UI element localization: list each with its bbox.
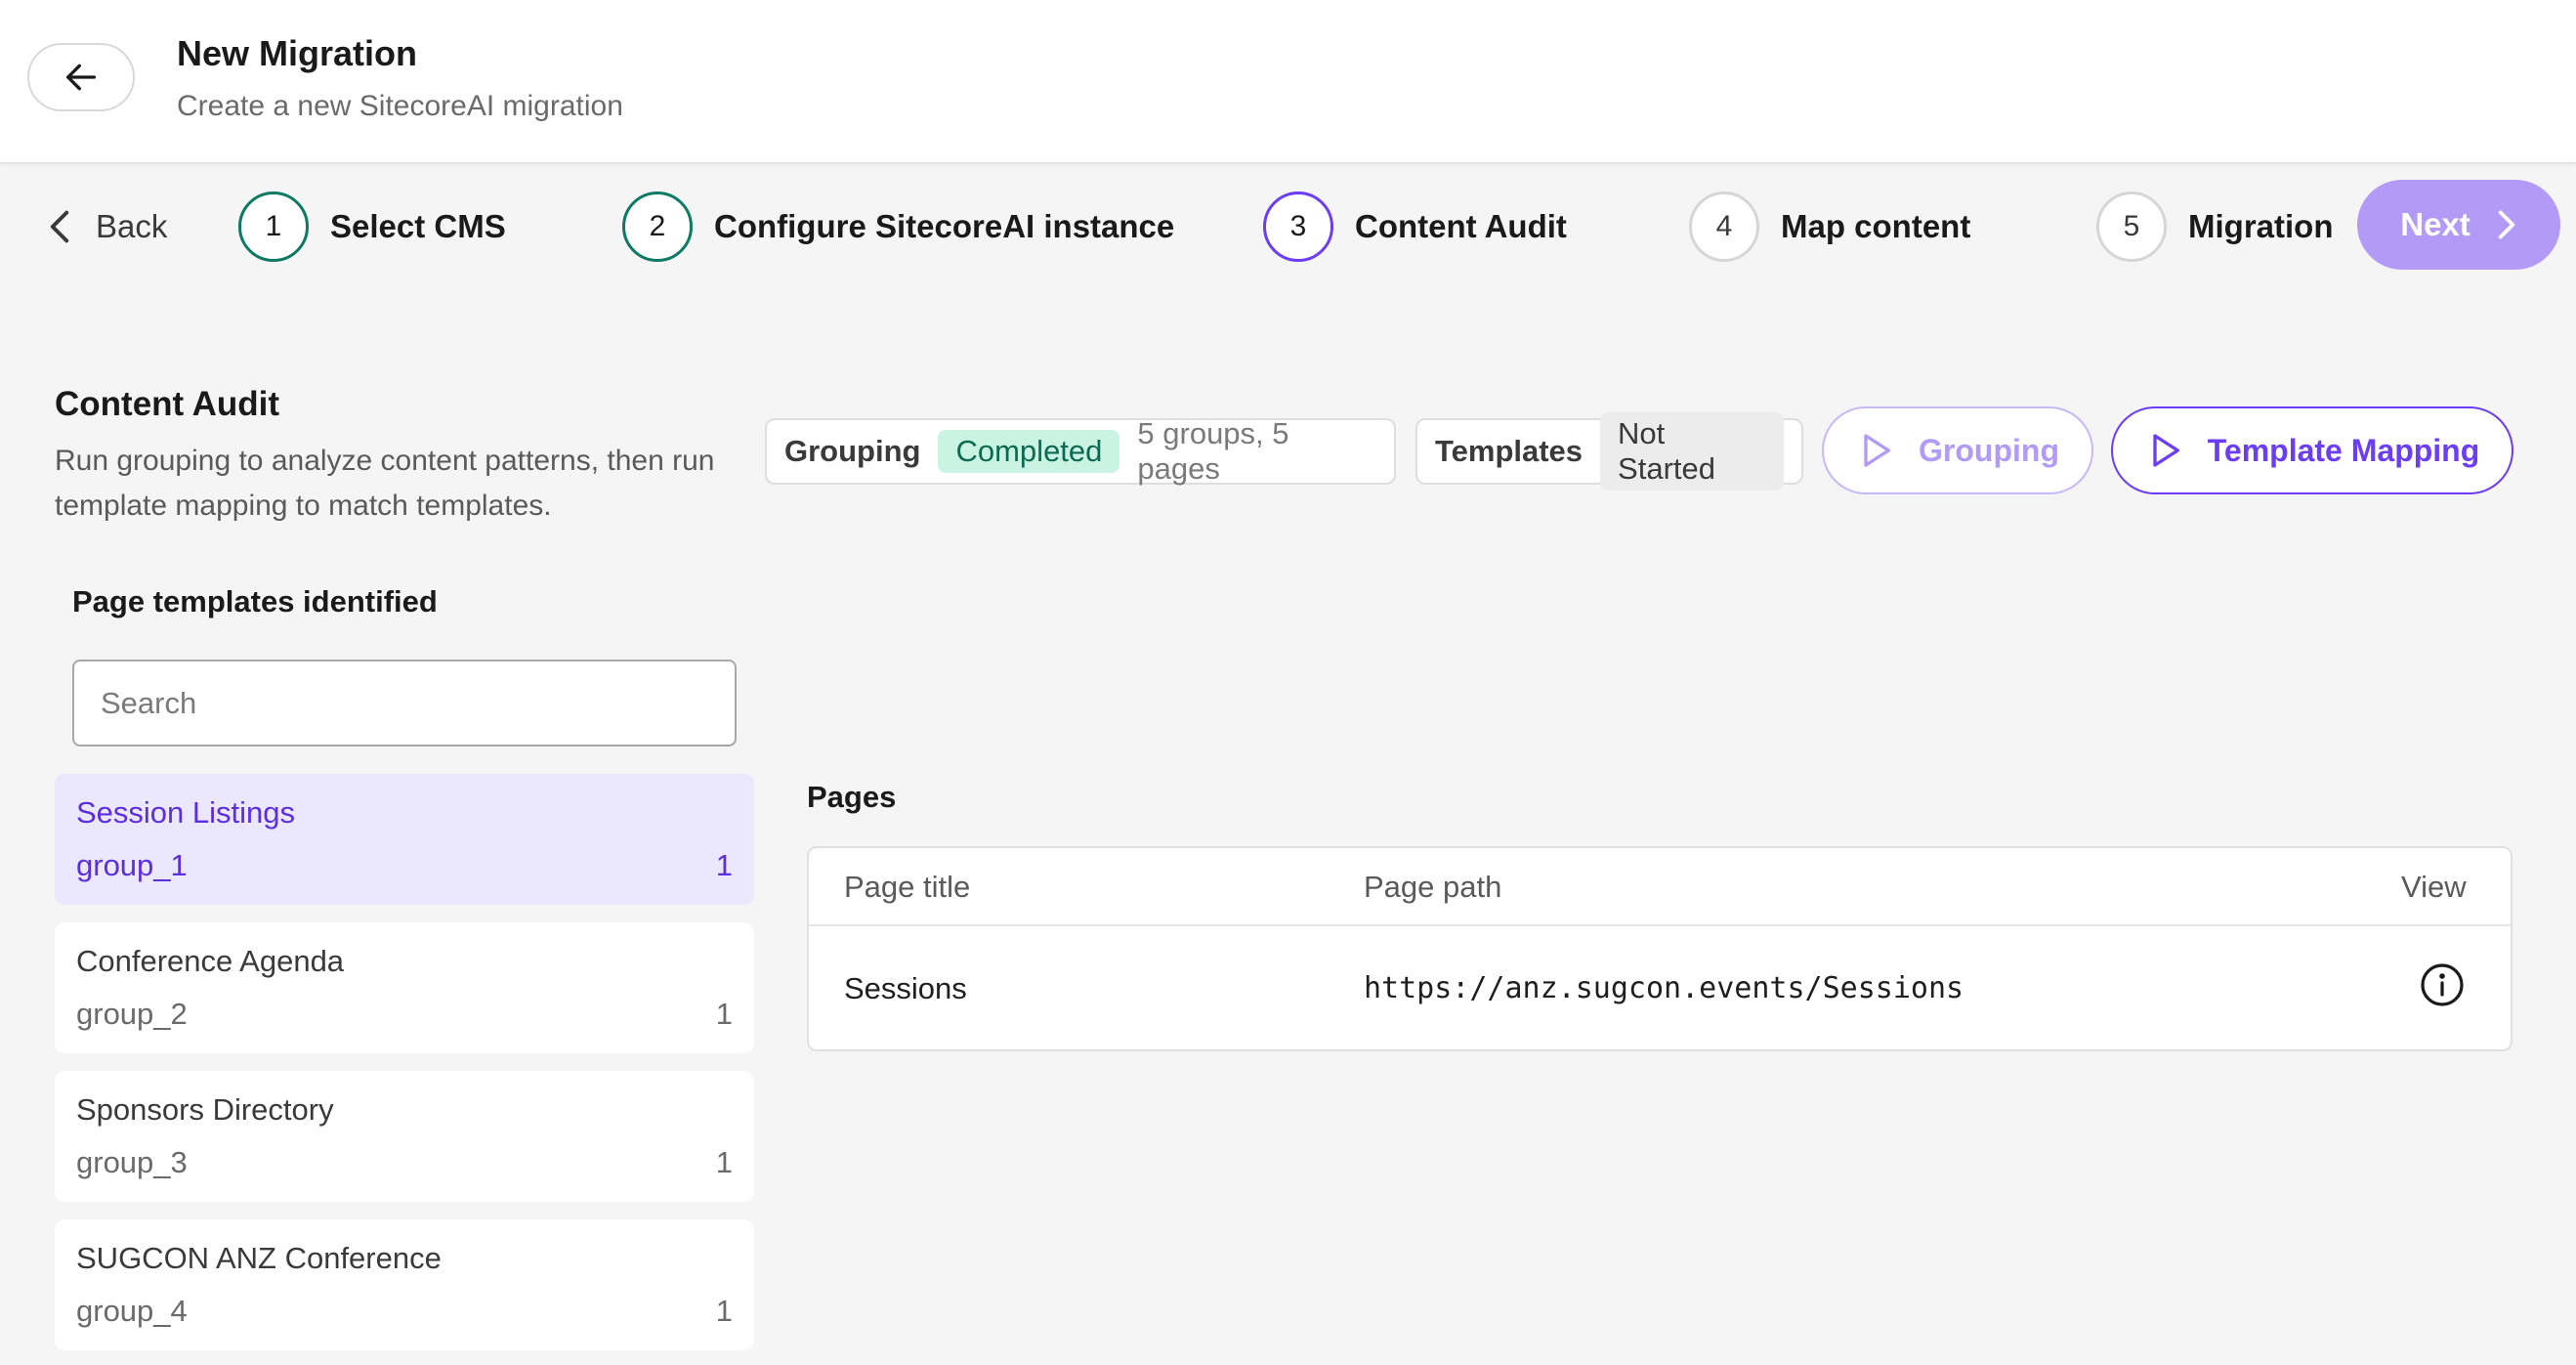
play-icon (1864, 434, 1891, 467)
grouping-status-badge: Completed (938, 430, 1120, 473)
stepper-back-button[interactable]: Back (47, 203, 167, 250)
chevron-right-icon (2498, 210, 2514, 239)
template-group: group_4 (76, 1294, 188, 1328)
column-header-view: View (2401, 870, 2467, 904)
run-grouping-button[interactable]: Grouping (1822, 406, 2093, 494)
top-header: New Migration Create a new SitecoreAI mi… (0, 0, 2576, 164)
page-title: New Migration (177, 33, 418, 73)
template-group: group_3 (76, 1145, 188, 1179)
template-count: 1 (715, 1145, 733, 1179)
template-group: group_2 (76, 997, 188, 1031)
next-label: Next (2400, 206, 2470, 242)
step-label: Content Audit (1355, 208, 1567, 244)
template-count: 1 (715, 997, 733, 1031)
pages-table: Page title Page path View Sessions https… (807, 846, 2513, 1051)
step-number: 5 (2096, 192, 2167, 262)
column-header-page-path: Page path (1364, 870, 1502, 904)
templates-status-label: Templates (1435, 434, 1584, 468)
template-item[interactable]: SUGCON ANZ Conference group_4 1 (55, 1219, 754, 1350)
step-label: Migration (2188, 208, 2334, 244)
arrow-left-icon (66, 64, 97, 91)
step-content-audit[interactable]: 3 Content Audit (1263, 189, 1567, 265)
template-count: 1 (715, 1294, 733, 1328)
step-migration[interactable]: 5 Migration (2096, 189, 2333, 265)
step-number: 2 (622, 192, 693, 262)
run-template-mapping-button[interactable]: Template Mapping (2111, 406, 2513, 494)
run-template-mapping-label: Template Mapping (2207, 432, 2480, 468)
page-path-cell: https://anz.sugcon.events/Sessions (1364, 971, 1964, 1005)
step-label: Map content (1781, 208, 1971, 244)
template-name: Sponsors Directory (76, 1092, 334, 1127)
templates-status-badge: Not Started (1600, 412, 1784, 491)
step-map-content[interactable]: 4 Map content (1689, 189, 1970, 265)
next-button[interactable]: Next (2357, 180, 2560, 270)
chevron-left-icon (50, 210, 69, 243)
template-item[interactable]: Sponsors Directory group_3 1 (55, 1071, 754, 1202)
step-number: 1 (238, 192, 309, 262)
table-header-row: Page title Page path View (809, 848, 2511, 926)
template-search-input[interactable] (72, 660, 737, 746)
column-header-page-title: Page title (844, 870, 971, 904)
templates-status-card: Templates Not Started (1415, 412, 1803, 491)
grouping-status-label: Grouping (784, 434, 921, 468)
template-name: SUGCON ANZ Conference (76, 1241, 442, 1275)
page-subtitle: Create a new SitecoreAI migration (177, 90, 623, 122)
content-audit-description: Run grouping to analyze content patterns… (55, 445, 715, 522)
template-name: Conference Agenda (76, 944, 345, 978)
header-back-button[interactable] (27, 43, 135, 111)
info-icon[interactable] (2419, 961, 2466, 1008)
template-item[interactable]: Conference Agenda group_2 1 (55, 922, 754, 1053)
migration-stepper: Back 1 Select CMS 2 Configure SitecoreAI… (0, 180, 2576, 274)
step-label: Select CMS (330, 208, 506, 244)
template-name: Session Listings (76, 795, 296, 830)
stepper-back-label: Back (96, 208, 168, 244)
page-title-cell: Sessions (844, 971, 967, 1005)
step-select-cms[interactable]: 1 Select CMS (238, 189, 506, 265)
template-count: 1 (715, 848, 733, 882)
content-audit-title: Content Audit (55, 385, 280, 423)
grouping-status-card: Grouping Completed 5 groups, 5 pages (765, 416, 1396, 486)
grouping-status-meta: 5 groups, 5 pages (1137, 416, 1289, 486)
run-grouping-label: Grouping (1919, 432, 2059, 468)
template-group: group_1 (76, 848, 188, 882)
template-item[interactable]: Session Listings group_1 1 (55, 774, 754, 905)
play-icon (2153, 434, 2179, 467)
step-configure-instance[interactable]: 2 Configure SitecoreAI instance (622, 189, 1174, 265)
pages-panel-title: Pages (807, 780, 897, 814)
step-number: 3 (1263, 192, 1333, 262)
step-number: 4 (1689, 192, 1759, 262)
step-label: Configure SitecoreAI instance (714, 208, 1175, 244)
templates-panel-title: Page templates identified (72, 584, 438, 619)
